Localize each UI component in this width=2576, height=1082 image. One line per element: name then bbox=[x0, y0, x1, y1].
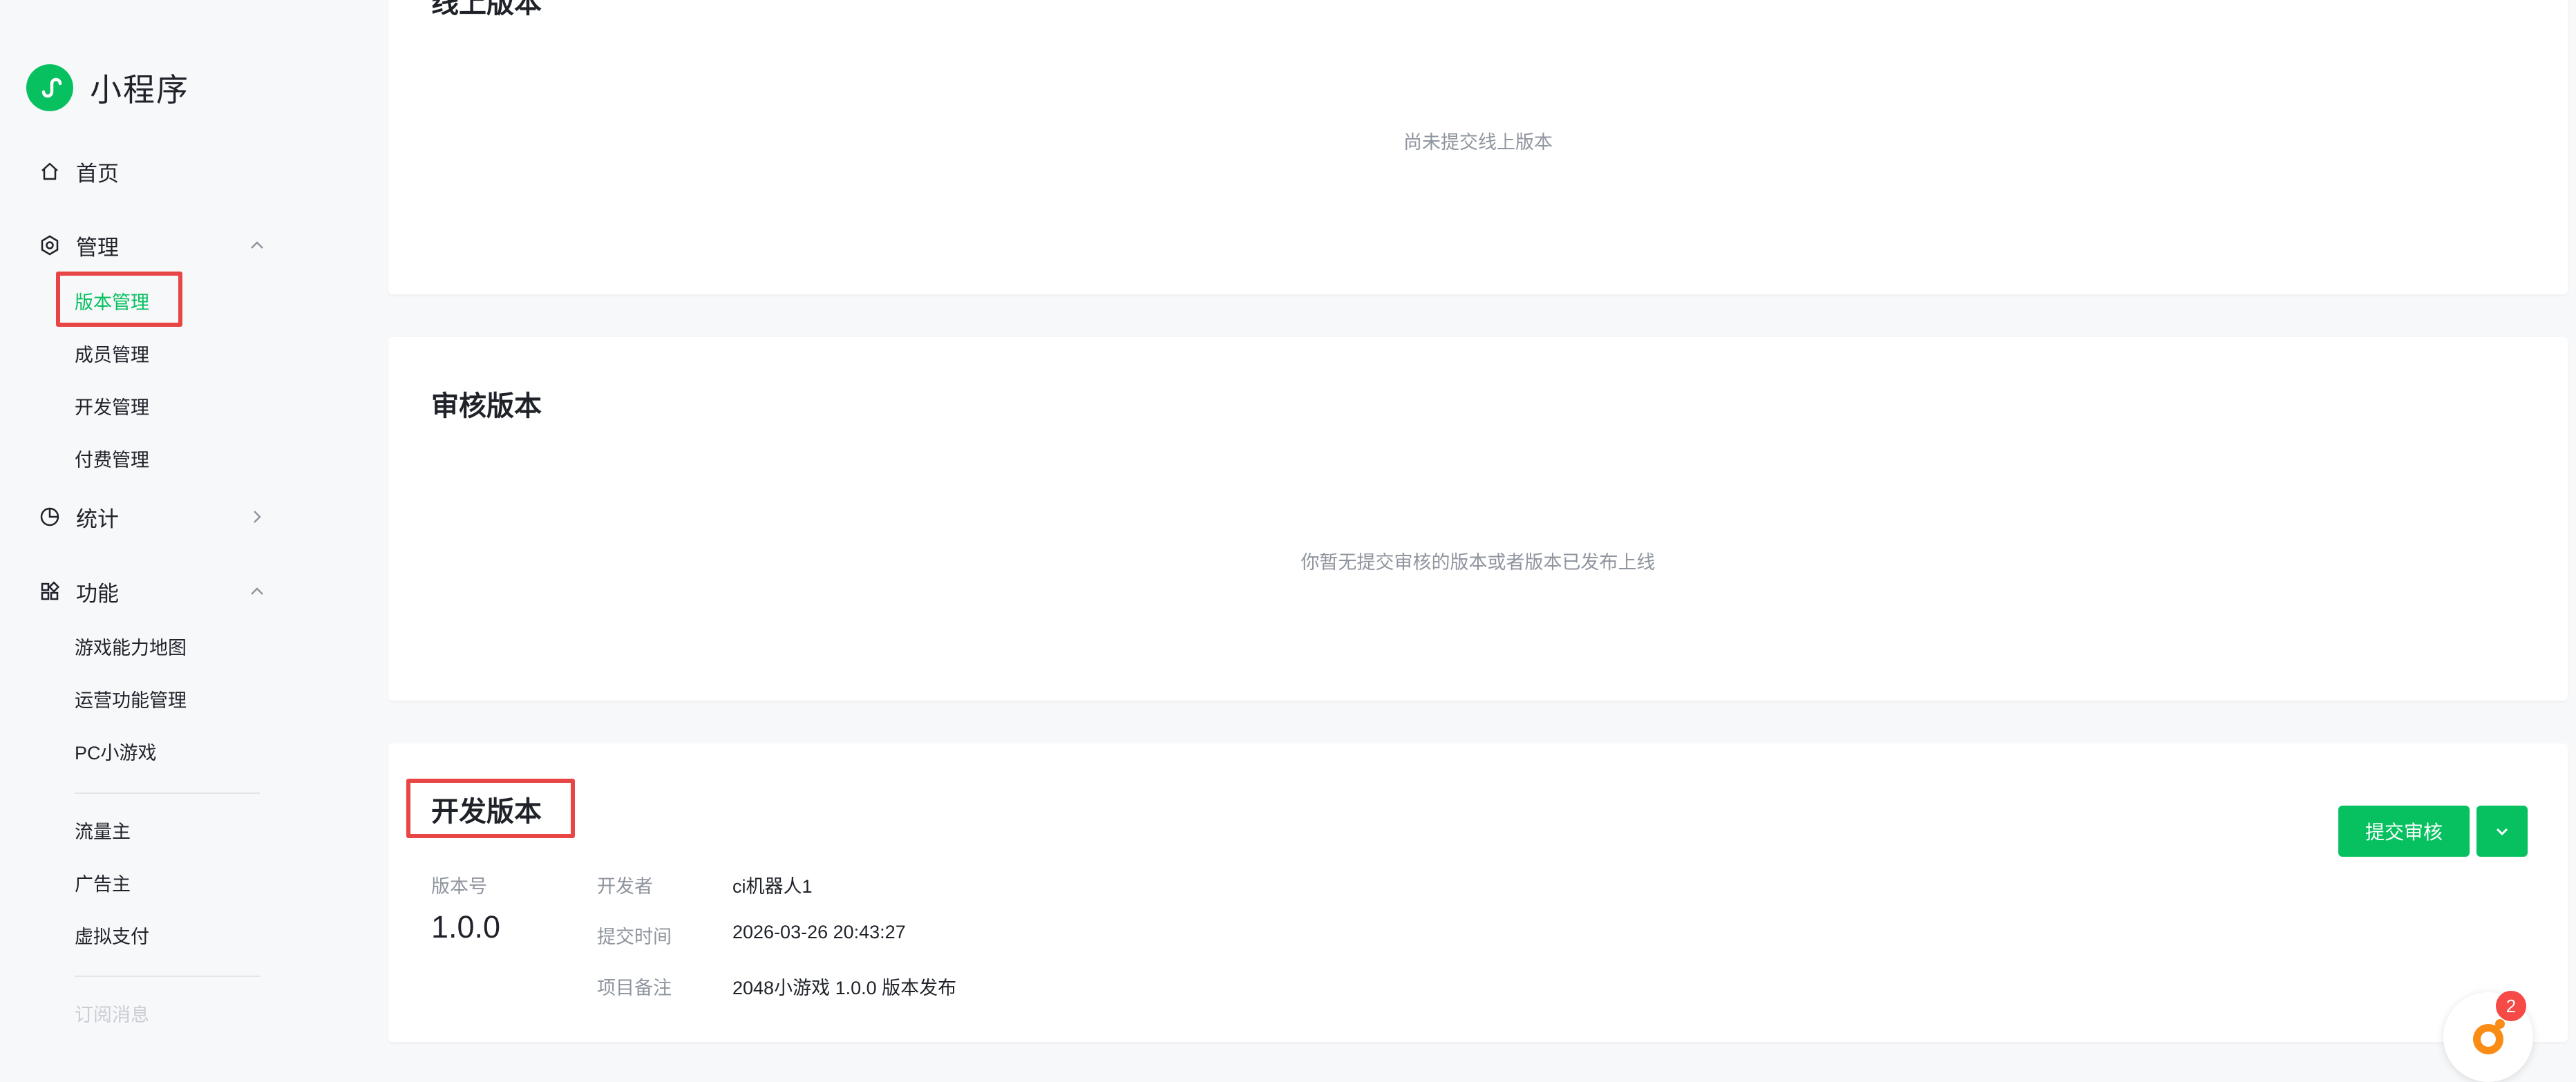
chevron-up-icon[interactable] bbox=[243, 578, 271, 605]
chevron-down-icon bbox=[2496, 828, 2508, 836]
developer-label: 开发者 bbox=[597, 876, 653, 897]
submit-review-button[interactable]: 提交审核 bbox=[2338, 806, 2470, 857]
sidebar-item-game-capability-map[interactable]: 游戏能力地图 bbox=[75, 634, 187, 662]
sidebar-divider bbox=[75, 976, 260, 977]
online-version-title: 线上版本 bbox=[431, 0, 542, 19]
nav-home[interactable]: 首页 bbox=[36, 151, 271, 192]
sidebar-item-pc-mini-game[interactable]: PC小游戏 bbox=[75, 739, 157, 767]
pie-chart-icon bbox=[36, 503, 64, 531]
project-note-label: 项目备注 bbox=[597, 978, 672, 998]
sidebar-item-advertiser[interactable]: 广告主 bbox=[75, 871, 131, 898]
sidebar-item-subscription-messages[interactable]: 订阅消息 bbox=[75, 1001, 149, 1029]
dev-version-title: 开发版本 bbox=[431, 797, 542, 827]
brand[interactable]: 小程序 bbox=[26, 64, 189, 112]
sidebar-item-version-management[interactable]: 版本管理 bbox=[75, 289, 149, 316]
submit-time-label: 提交时间 bbox=[597, 927, 672, 947]
notification-badge: 2 bbox=[2496, 991, 2526, 1021]
review-version-card: 审核版本 你暂无提交审核的版本或者版本已发布上线 bbox=[388, 337, 2568, 701]
nav-manage[interactable]: 管理 bbox=[36, 225, 271, 266]
sidebar-divider bbox=[75, 792, 260, 794]
version-number: 1.0.0 bbox=[431, 909, 501, 945]
mini-program-logo-icon bbox=[26, 64, 73, 111]
chevron-right-icon[interactable] bbox=[243, 503, 271, 531]
sidebar-item-member-management[interactable]: 成员管理 bbox=[75, 341, 149, 369]
submit-time-value: 2026-03-26 20:43:27 bbox=[732, 922, 906, 942]
sidebar-item-virtual-payment[interactable]: 虚拟支付 bbox=[75, 923, 149, 951]
nav-features-label: 功能 bbox=[76, 581, 119, 606]
chevron-up-icon[interactable] bbox=[243, 231, 271, 259]
review-version-empty-message: 你暂无提交审核的版本或者版本已发布上线 bbox=[1300, 552, 1656, 573]
online-version-card: 线上版本 尚未提交线上版本 bbox=[388, 0, 2568, 294]
nav-features[interactable]: 功能 bbox=[36, 571, 271, 612]
nav-stats-label: 统计 bbox=[76, 506, 119, 531]
sidebar: 小程序 首页 管理 版本管理 成员管理 开发管理 付费管理 统计 功能 游戏能力… bbox=[0, 0, 359, 1054]
apps-grid-icon bbox=[36, 578, 64, 605]
nav-stats[interactable]: 统计 bbox=[36, 496, 271, 538]
nav-home-label: 首页 bbox=[76, 161, 119, 186]
developer-value: ci机器人1 bbox=[732, 876, 813, 897]
more-options-button[interactable] bbox=[2476, 806, 2528, 857]
sidebar-item-operations-management[interactable]: 运营功能管理 bbox=[75, 687, 187, 714]
sidebar-item-dev-management[interactable]: 开发管理 bbox=[75, 394, 149, 421]
version-number-label: 版本号 bbox=[431, 876, 487, 897]
dev-version-card: 开发版本 版本号 1.0.0 开发者 ci机器人1 提交时间 2026-03-2… bbox=[388, 743, 2568, 1042]
review-version-title: 审核版本 bbox=[431, 391, 542, 421]
sidebar-item-payment-management[interactable]: 付费管理 bbox=[75, 446, 149, 474]
settings-hexagon-icon bbox=[36, 231, 64, 259]
home-icon bbox=[36, 158, 64, 185]
sidebar-item-traffic-host[interactable]: 流量主 bbox=[75, 818, 131, 846]
project-note-value: 2048小游戏 1.0.0 版本发布 bbox=[732, 978, 957, 998]
nav-manage-label: 管理 bbox=[76, 235, 119, 260]
online-version-empty-message: 尚未提交线上版本 bbox=[1403, 132, 1553, 153]
brand-title: 小程序 bbox=[90, 72, 189, 108]
